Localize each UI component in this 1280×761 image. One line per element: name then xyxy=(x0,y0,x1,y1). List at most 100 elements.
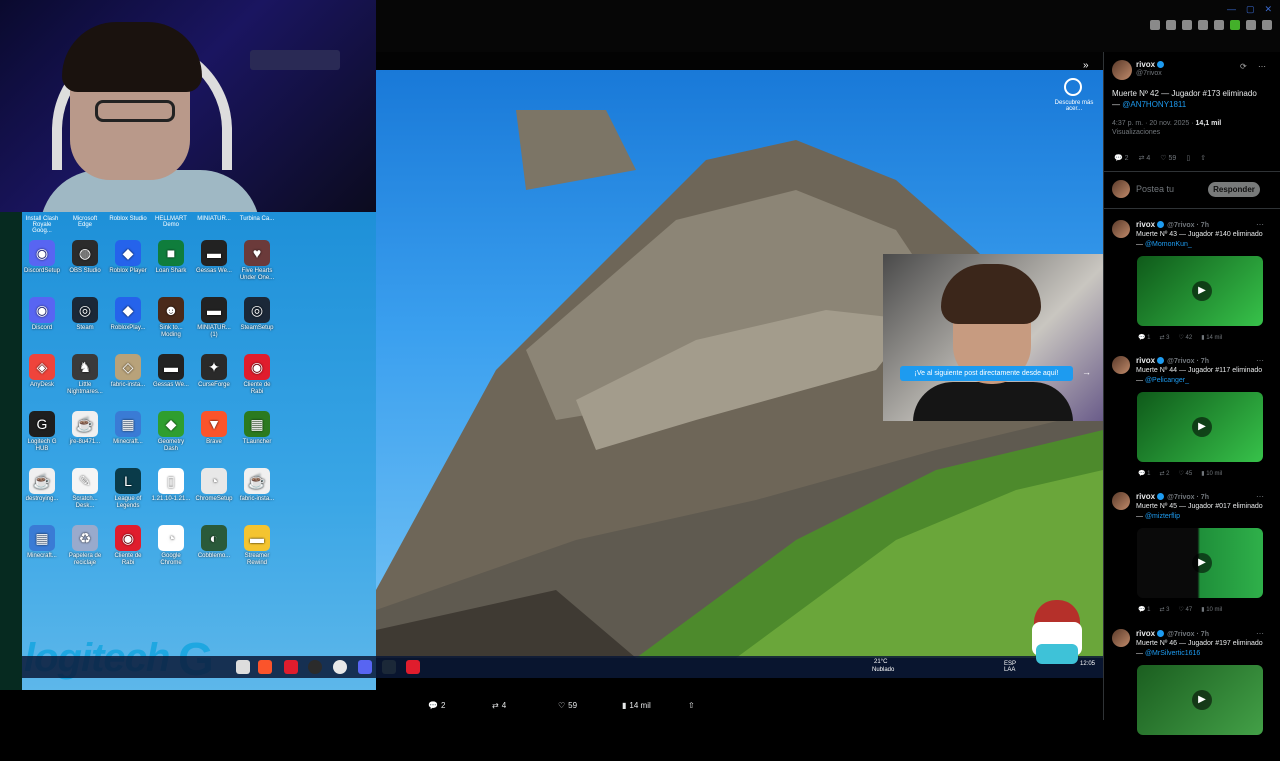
like-count[interactable]: ♡ 45 xyxy=(1179,470,1193,477)
reply-post[interactable]: rivox @7rivox · 7h ⋯ Muerte Nº 44 — Jugador… xyxy=(1104,354,1280,488)
avatar[interactable] xyxy=(1112,492,1130,510)
avatar[interactable] xyxy=(1112,629,1130,647)
app-icon[interactable] xyxy=(406,660,420,674)
author-handle[interactable]: @7rivox · 7h xyxy=(1167,494,1209,501)
reply-post[interactable]: rivox @7rivox · 7h ⋯ Muerte Nº 43 — Jugador… xyxy=(1104,218,1280,352)
avatar[interactable] xyxy=(1112,60,1132,80)
desktop-shortcut[interactable]: ◔ ChromeSetup xyxy=(194,468,234,503)
desktop-shortcut[interactable]: ♥ Five Hearts Under One... xyxy=(237,240,277,282)
like-count[interactable]: ♡ 42 xyxy=(1179,334,1193,341)
steam-icon[interactable] xyxy=(382,660,396,674)
play-icon[interactable]: ▶ xyxy=(1192,417,1212,437)
avatar[interactable] xyxy=(1112,356,1130,374)
more-icon[interactable]: ⋯ xyxy=(1256,629,1264,638)
more-icon[interactable]: ⋯ xyxy=(1256,356,1264,365)
desktop-shortcut[interactable]: ◉ Cliente de Rabi xyxy=(108,525,148,567)
desktop-shortcut[interactable]: ◆ Geometry Dash xyxy=(151,411,191,453)
desktop-shortcut[interactable]: ◈ AnyDesk xyxy=(22,354,62,389)
bookmark-icon[interactable]: ▯ xyxy=(1186,154,1190,162)
brave-icon[interactable] xyxy=(258,660,272,674)
more-icon[interactable]: ⋯ xyxy=(1256,492,1264,501)
download-icon[interactable] xyxy=(1246,20,1256,30)
more-icon[interactable]: ⋯ xyxy=(1256,220,1264,229)
play-icon[interactable] xyxy=(1182,20,1192,30)
video-thumbnail[interactable]: ▶ xyxy=(1137,528,1263,598)
like-count[interactable]: ♡ 47 xyxy=(1179,606,1193,613)
desktop-shortcut[interactable]: ▦ Minecraft... xyxy=(22,525,62,560)
desktop-shortcut[interactable]: ◉ Discord xyxy=(22,297,62,332)
views-count[interactable]: ▮ 10 mil xyxy=(1201,606,1222,613)
repost-count[interactable]: ⇄ 3 xyxy=(1159,606,1169,613)
author-name[interactable]: rivox xyxy=(1136,60,1165,69)
minimize-button[interactable]: — xyxy=(1227,4,1236,15)
desktop-shortcut[interactable]: ◔ Google Chrome xyxy=(151,525,191,567)
reply-input[interactable]: Postea tu xyxy=(1136,184,1174,194)
desktop-shortcut[interactable]: ♻ Papelera de reciclaje xyxy=(65,525,105,567)
desktop-shortcut[interactable]: ◉ Cliente de Rabi xyxy=(237,354,277,396)
desktop-shortcut[interactable]: L League of Legends xyxy=(108,468,148,510)
desktop-shortcut[interactable]: ▦ Minecraft... xyxy=(108,411,148,446)
play-icon[interactable]: ▶ xyxy=(1192,690,1212,710)
views-count[interactable]: ▮ 14 mil xyxy=(1201,334,1222,341)
extension-icon[interactable] xyxy=(1166,20,1176,30)
reply-count[interactable]: 💬 1 xyxy=(1138,606,1150,613)
repost-count[interactable]: ⇄ 2 xyxy=(1159,470,1169,477)
close-button[interactable]: ✕ xyxy=(1264,4,1272,15)
heart-icon[interactable] xyxy=(1198,20,1208,30)
arrow-right-icon[interactable]: → xyxy=(1082,367,1091,377)
mention-link[interactable]: @AN7HONY1811 xyxy=(1122,100,1186,109)
mention-link[interactable]: @MrSilvertic1616 xyxy=(1145,650,1200,657)
reply-post[interactable]: rivox @7rivox · 7h ⋯ Muerte Nº 45 — Jugador… xyxy=(1104,490,1280,624)
reply-action[interactable]: 💬 2 xyxy=(428,701,445,710)
discord-icon[interactable] xyxy=(358,660,372,674)
mention-link[interactable]: @mizterflip xyxy=(1145,513,1180,520)
reply-post[interactable]: rivox @7rivox · 7h ⋯ Muerte Nº 46 — Jugador… xyxy=(1104,627,1280,761)
reply-button[interactable]: Responder xyxy=(1208,182,1260,197)
desktop-shortcut[interactable]: ✦ CurseForge xyxy=(194,354,234,389)
desktop-shortcut[interactable]: ▬ Gessas We... xyxy=(194,240,234,275)
author-name[interactable]: rivox @7rivox · 7h xyxy=(1136,356,1209,365)
menu-icon[interactable] xyxy=(1262,20,1272,30)
repost-count[interactable]: ⇄ 3 xyxy=(1159,334,1169,341)
more-icon[interactable]: ⋯ xyxy=(1258,62,1266,71)
desktop-shortcut[interactable]: ◎ SteamSetup xyxy=(237,297,277,332)
views-count[interactable]: ▮ 10 mil xyxy=(1201,470,1222,477)
desktop-shortcut[interactable]: ♞ Little Nightmares... xyxy=(65,354,105,396)
desktop-shortcut[interactable]: ◐ Cobblemo... xyxy=(194,525,234,560)
like-action[interactable]: ♡ 59 xyxy=(558,701,577,710)
next-post-cta[interactable]: ¡Ve al siguiente post directamente desde… xyxy=(900,366,1073,381)
reply-count[interactable]: 💬 1 xyxy=(1138,470,1150,477)
desktop-shortcut[interactable]: ☕ destroying... xyxy=(22,468,62,503)
obs-icon[interactable] xyxy=(308,660,322,674)
desktop-shortcut[interactable]: ◎ Steam xyxy=(65,297,105,332)
desktop-shortcut[interactable]: ◉ DiscordSetup xyxy=(22,240,62,275)
reply-count[interactable]: 💬 2 xyxy=(1114,154,1129,162)
expand-icon[interactable]: » xyxy=(1083,60,1089,71)
desktop-shortcut[interactable]: ◆ Roblox Player xyxy=(108,240,148,275)
app-icon[interactable] xyxy=(284,660,298,674)
picture-in-picture-video[interactable] xyxy=(883,254,1103,421)
author-handle[interactable]: @7rivox · 7h xyxy=(1167,222,1209,229)
desktop-shortcut[interactable]: ■ Loan Shark xyxy=(151,240,191,275)
desktop-shortcut[interactable]: ▬ Streamer Rewind xyxy=(237,525,277,567)
desktop-shortcut[interactable]: ☻ Sink to... Moding xyxy=(151,297,191,339)
share-icon[interactable]: ⇧ xyxy=(1200,154,1206,162)
author-name[interactable]: rivox @7rivox · 7h xyxy=(1136,492,1209,501)
desktop-shortcut[interactable]: ◍ OBS Studio xyxy=(65,240,105,275)
author-handle[interactable]: @7rivox · 7h xyxy=(1167,358,1209,365)
shield-icon[interactable] xyxy=(1230,20,1240,30)
author-handle[interactable]: @7rivox xyxy=(1136,70,1162,77)
chrome-icon[interactable] xyxy=(333,660,347,674)
desktop-shortcut[interactable]: G Logitech G HUB xyxy=(22,411,62,453)
desktop-shortcut[interactable]: ☕ jre-8u471... xyxy=(65,411,105,446)
share-action[interactable]: ⇧ xyxy=(688,701,698,710)
desktop-shortcut[interactable]: ▯ 1.21.10-1.21... xyxy=(151,468,191,503)
bookmark-icon[interactable] xyxy=(1150,20,1160,30)
desktop-shortcut[interactable]: ▼ Brave xyxy=(194,411,234,446)
desktop-shortcut[interactable]: ☕ fabric-insta... xyxy=(237,468,277,503)
desktop-shortcut[interactable]: ◆ RobloxPlay... xyxy=(108,297,148,332)
desktop-shortcut[interactable]: ▬ Gessas We... xyxy=(151,354,191,389)
views-action[interactable]: ▮ 14 mil xyxy=(622,701,651,710)
author-name[interactable]: rivox @7rivox · 7h xyxy=(1136,220,1209,229)
language-indicator[interactable]: ESP LAA xyxy=(1004,661,1022,673)
